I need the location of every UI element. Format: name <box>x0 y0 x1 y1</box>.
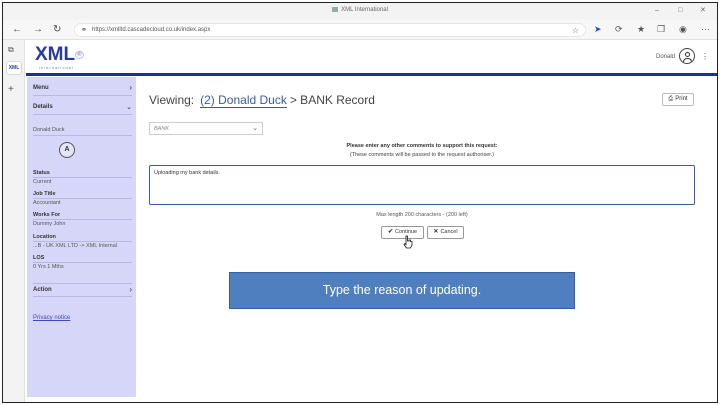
browser-titlebar: XML International – □ ✕ <box>3 3 717 20</box>
page-title: Viewing: (2) Donald Duck > BANK Record <box>149 93 375 108</box>
printer-icon: ⎙ <box>668 96 674 102</box>
xml-logo[interactable]: XML ® <box>35 45 84 65</box>
viewing-prefix: Viewing: <box>149 93 195 107</box>
x-icon: ✕ <box>433 229 439 235</box>
person-avatar: A <box>59 142 75 158</box>
status-value: Current <box>33 179 52 185</box>
works-for-label: Works For <box>33 212 132 220</box>
job-title-value: Accountant <box>33 200 61 206</box>
extension-icon[interactable]: ➤ <box>594 24 602 35</box>
back-icon[interactable]: ← <box>12 24 22 36</box>
comments-prompt-note: (These comments will be passed to the re… <box>349 152 495 158</box>
chevron-down-icon: ⌄ <box>126 104 132 111</box>
window-title: XML International <box>3 7 717 13</box>
collections-icon[interactable]: ❐ <box>657 24 665 35</box>
menu-label: Menu <box>33 85 49 91</box>
cancel-label: Cancel <box>440 229 458 235</box>
username-label: Donald <box>655 54 675 60</box>
los-label: LOS <box>33 255 132 263</box>
details-label: Details <box>33 104 53 110</box>
los-field: LOS 0 Yrs 1 Mths <box>33 255 132 270</box>
screenshot-frame: XML International – □ ✕ ← → ↻ ⚭ https://… <box>2 2 718 403</box>
forward-icon[interactable]: → <box>33 24 43 36</box>
refresh-extension-icon[interactable]: ⟳ <box>615 24 623 35</box>
comments-prompt: Please enter any other comments to suppo… <box>346 143 498 149</box>
url-text: https://xmlltd.cascadecloud.co.uk/index.… <box>92 27 211 33</box>
max-length-counter: Max length 200 characters - (200 left) <box>376 212 468 218</box>
print-label: Print <box>675 96 688 102</box>
new-tab-icon[interactable]: + <box>8 84 14 95</box>
favicon-icon <box>332 7 339 12</box>
works-for-value: Dummy John <box>33 221 66 227</box>
favorites-icon[interactable]: ★ <box>637 24 645 35</box>
instruction-callout: Type the reason of updating. <box>229 272 575 309</box>
chevron-right-icon: › <box>129 83 132 92</box>
header-menu-icon[interactable]: ⋮ <box>701 52 709 61</box>
favorite-star-icon[interactable]: ☆ <box>572 26 579 35</box>
person-name: Donald Duck <box>33 127 132 136</box>
address-bar-row: ← → ↻ ⚭ https://xmlltd.cascadecloud.co.u… <box>3 20 717 40</box>
left-panel: Menu › Details ⌄ Donald Duck A Status Cu… <box>27 77 136 397</box>
location-field: Location ...B - UK XML LTD -> XML Intern… <box>33 234 132 249</box>
avatar-head <box>685 52 690 57</box>
record-type-select[interactable]: BANK ⌄ <box>149 122 263 135</box>
profile-icon[interactable]: ◉ <box>679 24 687 35</box>
lock-icon: ⚭ <box>81 27 87 34</box>
more-options-icon[interactable]: ⋯ <box>701 24 710 35</box>
job-title-label: Job Title <box>33 191 132 199</box>
action-row[interactable]: Action › <box>33 283 132 297</box>
location-label: Location <box>33 234 132 242</box>
los-value: 0 Yrs 1 Mths <box>33 264 64 270</box>
privacy-notice-link[interactable]: Privacy notice <box>33 315 70 321</box>
logo-text: XML <box>35 44 76 65</box>
record-type-value: BANK <box>154 126 169 132</box>
hand-cursor-icon <box>403 235 413 249</box>
active-tab[interactable]: XML <box>6 61 22 75</box>
app-header: XML ® international Donald ⋮ <box>26 40 717 76</box>
logo-registered-mark: ® <box>75 51 84 59</box>
action-label: Action <box>33 287 52 293</box>
url-bar[interactable]: ⚭ https://xmlltd.cascadecloud.co.uk/inde… <box>74 23 586 37</box>
checkmark-icon: ✔ <box>387 229 393 235</box>
location-value: ...B - UK XML LTD -> XML Internal <box>33 243 118 249</box>
details-row[interactable]: Details ⌄ <box>33 101 132 115</box>
refresh-icon[interactable]: ↻ <box>53 24 61 36</box>
employee-link[interactable]: (2) Donald Duck <box>200 93 287 108</box>
status-label: Status <box>33 170 132 178</box>
print-button[interactable]: ⎙ Print <box>662 93 694 106</box>
chevron-right-icon: › <box>129 285 132 294</box>
works-for-field: Works For Dummy John <box>33 212 132 227</box>
close-icon[interactable]: ✕ <box>700 6 706 16</box>
user-avatar-icon[interactable] <box>679 48 695 64</box>
vertical-tabs-bar: ⧉ XML + <box>3 40 25 402</box>
minimize-icon[interactable]: – <box>655 6 659 16</box>
avatar-body <box>683 58 692 62</box>
comments-textarea[interactable]: Uploading my bank details. <box>149 165 695 205</box>
logo-subtitle: international <box>39 65 74 70</box>
status-field: Status Current <box>33 170 132 185</box>
chevron-down-icon: ⌄ <box>252 125 258 132</box>
job-title-field: Job Title Accountant <box>33 191 132 206</box>
menu-row[interactable]: Menu › <box>33 82 132 96</box>
tab-actions-icon[interactable]: ⧉ <box>8 45 14 55</box>
window-title-text: XML International <box>341 7 388 14</box>
cancel-button[interactable]: ✕ Cancel <box>427 226 464 239</box>
viewing-record: > BANK Record <box>289 93 375 107</box>
maximize-icon[interactable]: □ <box>678 6 682 16</box>
